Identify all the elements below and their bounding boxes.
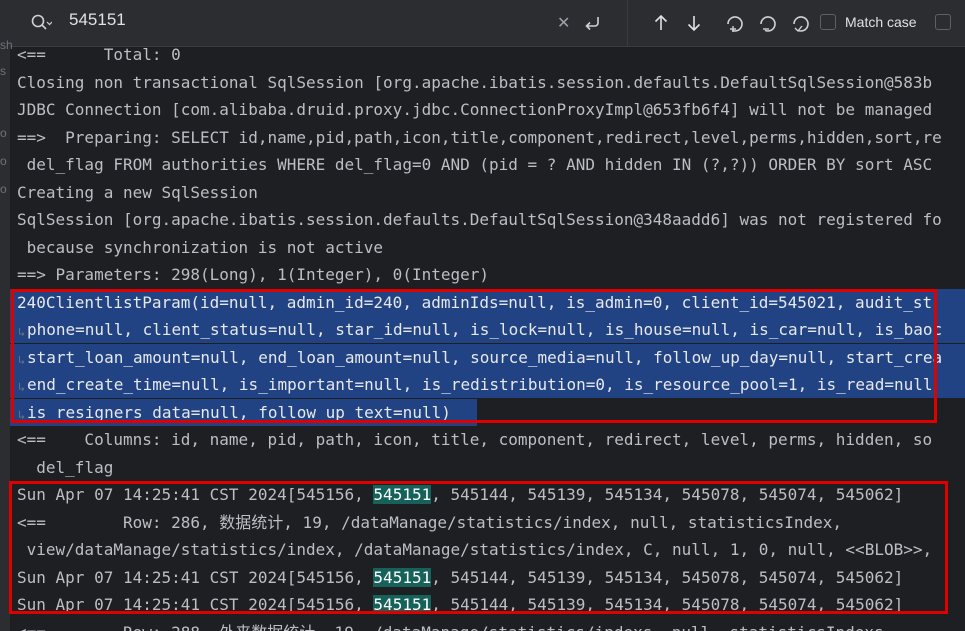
- console-line: <== Total: 0: [17, 46, 181, 64]
- console-line: <== Row: 288, 外来数据统计, 19, /dataManage/st…: [10, 619, 893, 631]
- previous-occurrence-icon[interactable]: [651, 12, 671, 34]
- console-line: ==> Parameters: 298(Long), 1(Integer), 0…: [17, 265, 490, 284]
- gutter-mark: o: [0, 154, 7, 168]
- gutter-mark: o: [0, 126, 7, 140]
- remove-occurrence-icon[interactable]: [757, 12, 779, 34]
- console-line: <== Columns: id, name, pid, path, icon, …: [17, 430, 933, 449]
- console-line: because synchronization is not active: [17, 237, 384, 257]
- match-case-checkbox[interactable]: [820, 14, 836, 30]
- new-line-icon[interactable]: [583, 13, 603, 33]
- console-line: SqlSession [org.apache.ibatis.session.de…: [17, 210, 942, 229]
- next-occurrence-icon[interactable]: [684, 12, 704, 34]
- console-line: JDBC Connection [com.alibaba.druid.proxy…: [17, 100, 933, 119]
- console-line: del_flag FROM authorities WHERE del_flag…: [17, 155, 933, 174]
- add-occurrence-icon[interactable]: [724, 12, 746, 34]
- highlight-box: [9, 481, 948, 614]
- words-checkbox[interactable]: [935, 14, 951, 30]
- console-line: Closing non transactional SqlSession [or…: [17, 72, 933, 92]
- divider: [627, 0, 628, 46]
- highlight-box: [11, 289, 937, 423]
- console-line: del_flag: [17, 457, 114, 477]
- find-bar: 545151 ✕ Match case: [0, 0, 965, 47]
- gutter-mark: s: [0, 64, 6, 78]
- search-input[interactable]: 545151: [69, 10, 126, 30]
- gutter-mark: o: [0, 182, 7, 196]
- match-case-label: Match case: [845, 14, 917, 30]
- console-line: Creating a new SqlSession: [17, 182, 258, 202]
- search-icon[interactable]: [30, 13, 52, 33]
- select-all-occurrences-icon[interactable]: [790, 12, 812, 34]
- console-line: ==> Preparing: SELECT id,name,pid,path,i…: [17, 127, 942, 147]
- clear-icon[interactable]: ✕: [557, 13, 570, 33]
